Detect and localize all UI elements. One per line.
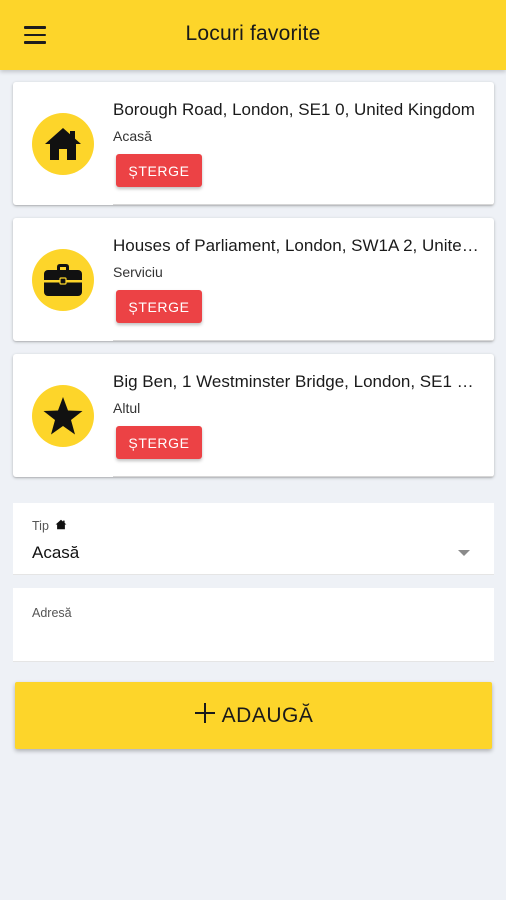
star-icon xyxy=(32,385,94,447)
field-underline xyxy=(13,661,494,662)
house-icon xyxy=(55,519,67,533)
type-label-row: Tip xyxy=(32,519,67,533)
app-bar: Locuri favorite xyxy=(0,0,506,70)
add-button[interactable]: ADAUGĂ xyxy=(15,682,492,749)
add-button-label: ADAUGĂ xyxy=(221,703,314,727)
type-label: Tip xyxy=(32,519,49,533)
card-divider xyxy=(113,204,494,205)
delete-button[interactable]: ȘTERGE xyxy=(116,290,202,323)
plus-icon xyxy=(194,702,216,730)
delete-button[interactable]: ȘTERGE xyxy=(116,426,202,459)
favorite-card: Houses of Parliament, London, SW1A 2, Un… xyxy=(13,218,494,341)
address-label: Adresă xyxy=(32,606,72,620)
favorite-type: Serviciu xyxy=(113,264,163,280)
favorite-address: Big Ben, 1 Westminster Bridge, London, S… xyxy=(113,372,479,391)
favorite-address: Borough Road, London, SE1 0, United King… xyxy=(113,100,475,119)
type-value: Acasă xyxy=(32,543,80,562)
address-field[interactable]: Adresă xyxy=(13,588,494,662)
delete-button[interactable]: ȘTERGE xyxy=(116,154,202,187)
favorite-address: Houses of Parliament, London, SW1A 2, Un… xyxy=(113,236,479,255)
card-divider xyxy=(113,340,494,341)
favorite-card: Borough Road, London, SE1 0, United King… xyxy=(13,82,494,205)
card-divider xyxy=(113,476,494,477)
favorite-card: Big Ben, 1 Westminster Bridge, London, S… xyxy=(13,354,494,477)
favorite-type: Acasă xyxy=(113,128,152,144)
page-title: Locuri favorite xyxy=(185,22,321,45)
type-select[interactable]: Tip Acasă xyxy=(13,503,494,575)
briefcase-icon xyxy=(32,249,94,311)
dropdown-arrow-icon[interactable] xyxy=(458,550,470,556)
house-icon xyxy=(32,113,94,175)
favorite-type: Altul xyxy=(113,400,141,416)
field-underline xyxy=(13,574,494,575)
